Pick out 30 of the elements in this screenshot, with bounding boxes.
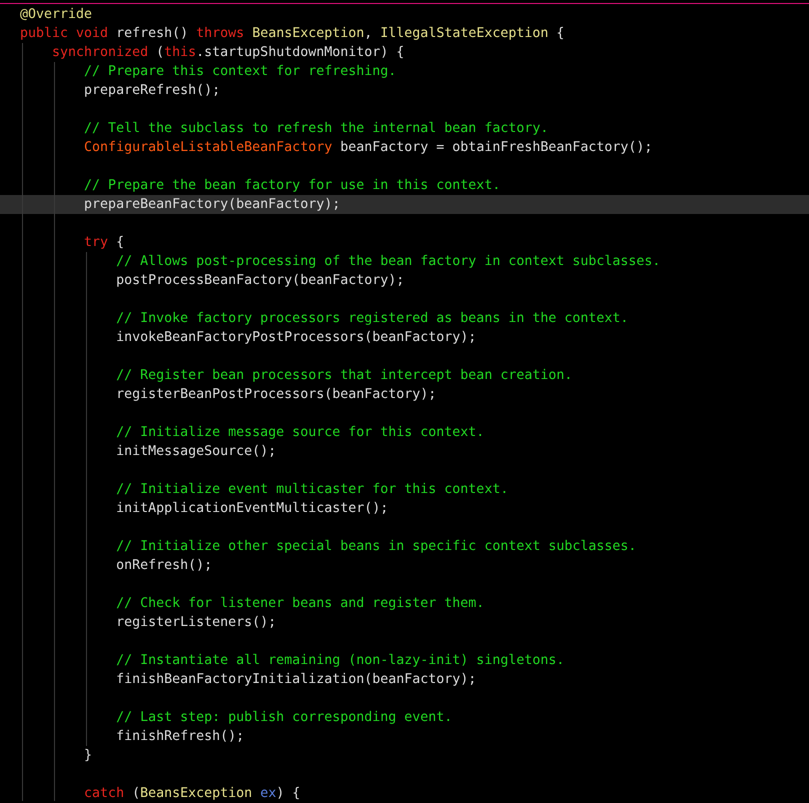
code-line: // Invoke factory processors registered as beans in the context. <box>115 310 628 328</box>
code-line: // Allows post-processing of the bean factory in context subclasses. <box>115 253 660 271</box>
code-line: finishRefresh(); <box>115 728 244 746</box>
code-line: registerListeners(); <box>115 614 276 632</box>
code-line: public void refresh() throws BeansException, IllegalStateException { <box>20 25 564 43</box>
code-line: invokeBeanFactoryPostProcessors(beanFactory); <box>115 329 476 347</box>
code-line: initApplicationEventMulticaster(); <box>115 500 388 518</box>
code-line: // Tell the subclass to refresh the internal bean factory. <box>83 120 548 138</box>
code-line: ConfigurableListableBeanFactory beanFactory = obtainFreshBeanFactory(); <box>83 139 652 157</box>
code-line: // Register bean processors that intercept bean creation. <box>115 367 572 385</box>
code-line: // Instantiate all remaining (non-lazy-init) singletons. <box>115 652 564 670</box>
code-line: initMessageSource(); <box>115 443 276 461</box>
code-line: try { <box>83 234 124 252</box>
code-line: prepareRefresh(); <box>83 82 220 100</box>
code-line: onRefresh(); <box>115 557 212 575</box>
code-line: @Override <box>20 6 92 24</box>
code-line: postProcessBeanFactory(beanFactory); <box>115 272 404 290</box>
code-line: // Initialize other special beans in specific context subclasses. <box>115 538 636 556</box>
code-line: synchronized (this.startupShutdownMonitor) { <box>51 44 404 62</box>
code-line: } <box>83 747 92 765</box>
code-line: // Initialize event multicaster for this context. <box>115 481 508 499</box>
code-line: // Initialize message source for this context. <box>115 424 484 442</box>
code-line: registerBeanPostProcessors(beanFactory); <box>115 386 436 404</box>
code-line: // Prepare the bean factory for use in this context. <box>83 177 500 195</box>
code-line: finishBeanFactoryInitialization(beanFactory); <box>115 671 476 689</box>
code-line: // Check for listener beans and register them. <box>115 595 484 613</box>
code-line: catch (BeansException ex) { <box>83 785 300 801</box>
code-line: // Prepare this context for refreshing. <box>83 63 396 81</box>
code-line: prepareBeanFactory(beanFactory); <box>83 196 340 214</box>
code-line: // Last step: publish corresponding event. <box>115 709 452 727</box>
